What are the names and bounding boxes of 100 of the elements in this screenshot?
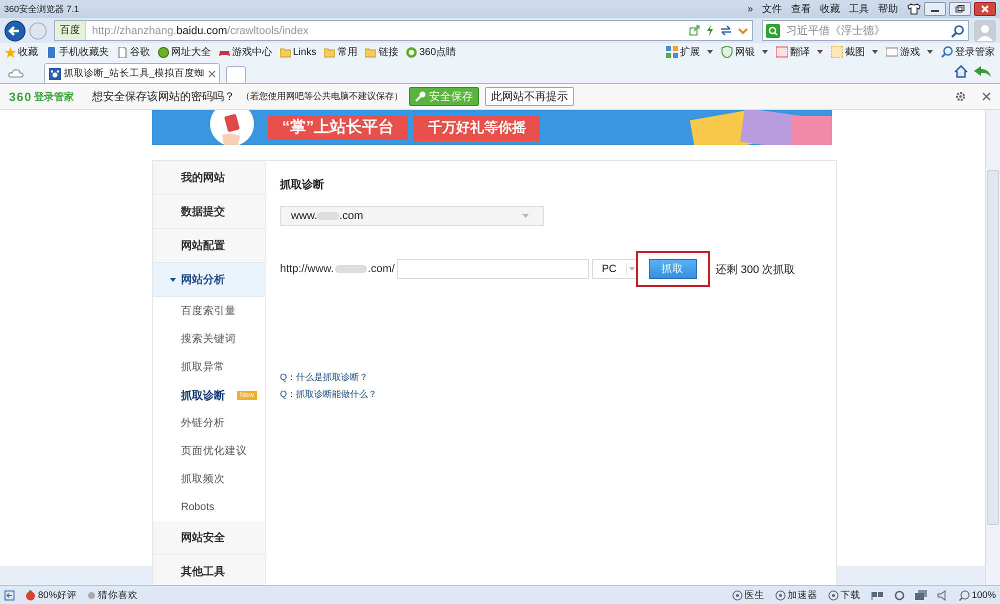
status-tool[interactable]: 加速器 bbox=[774, 588, 818, 602]
bookmark-item[interactable]: 360点睛 bbox=[406, 45, 456, 59]
close-tab-icon[interactable] bbox=[208, 70, 216, 78]
page-icon bbox=[117, 46, 128, 58]
phone-icon bbox=[46, 46, 57, 58]
sidebar-item[interactable]: 抓取异常 bbox=[153, 353, 265, 381]
paw-icon bbox=[49, 68, 61, 80]
address-field[interactable]: 百度 http://zhanzhang.baidu.com/crawltools/index bbox=[54, 20, 753, 41]
menu-item[interactable]: 查看 bbox=[791, 2, 811, 16]
home-icon[interactable] bbox=[954, 65, 968, 78]
extension-button[interactable]: 扩展 bbox=[666, 45, 713, 59]
sidebar-item[interactable]: Robots bbox=[153, 493, 265, 521]
shirt-icon[interactable] bbox=[907, 3, 921, 15]
lightning-icon[interactable] bbox=[706, 25, 714, 36]
back-button[interactable] bbox=[4, 20, 26, 42]
sidebar-section[interactable]: 网站安全 bbox=[153, 521, 265, 555]
menu-item[interactable]: » bbox=[747, 4, 753, 14]
sidebar-section[interactable]: 其他工具 bbox=[153, 555, 265, 585]
status-tool[interactable]: 下载 bbox=[828, 588, 861, 602]
bookmark-item[interactable]: 收藏 bbox=[5, 45, 38, 59]
sidebar-item[interactable]: 外链分析 bbox=[153, 409, 265, 437]
scrollbar[interactable] bbox=[985, 110, 1000, 585]
flag-icon[interactable] bbox=[870, 590, 884, 600]
folder-icon bbox=[324, 46, 336, 58]
bookmark-item[interactable]: 网址大全 bbox=[158, 45, 211, 59]
search-input[interactable]: 习近平借《浮士德》 bbox=[784, 24, 947, 38]
extension-button[interactable]: 翻译 bbox=[776, 45, 823, 59]
promo-banner[interactable]: “掌”上站长平台 千万好礼等你摇 bbox=[152, 110, 832, 145]
zoom-level[interactable]: 100% bbox=[958, 590, 996, 600]
search-icon bbox=[941, 46, 953, 58]
restore-button[interactable] bbox=[949, 2, 971, 16]
caret-icon bbox=[872, 50, 878, 54]
rating-item[interactable]: 80%好评 bbox=[25, 588, 78, 602]
device-select[interactable]: PC bbox=[592, 259, 638, 279]
recommend-item[interactable]: 猜你喜欢 bbox=[87, 588, 138, 602]
close-button[interactable] bbox=[974, 2, 996, 16]
menu-item[interactable]: 文件 bbox=[762, 2, 782, 16]
caret-icon bbox=[927, 50, 933, 54]
menu-item[interactable]: 帮助 bbox=[878, 2, 898, 16]
extension-button[interactable]: 登录管家 bbox=[941, 45, 995, 59]
extension-button[interactable]: 截图 bbox=[831, 45, 878, 59]
minimize-button[interactable] bbox=[924, 2, 946, 16]
caret-icon bbox=[762, 50, 768, 54]
search-engine-icon[interactable] bbox=[766, 24, 780, 38]
faq-link[interactable]: Q：什么是抓取诊断？ bbox=[280, 371, 368, 384]
restore-icon bbox=[955, 5, 965, 13]
banner-headline: “掌”上站长平台 bbox=[268, 115, 408, 140]
refresh-icon[interactable] bbox=[720, 25, 732, 36]
bookmark-item[interactable]: 链接 bbox=[365, 45, 398, 59]
star-icon bbox=[5, 46, 16, 58]
close-icon[interactable] bbox=[982, 92, 991, 101]
caret-icon bbox=[628, 267, 635, 271]
sidebar-section[interactable]: 网站配置 bbox=[153, 229, 265, 263]
shield-icon bbox=[721, 46, 733, 58]
close-icon bbox=[980, 5, 990, 13]
sidebar-item[interactable]: 百度索引量 bbox=[153, 297, 265, 325]
search-field[interactable]: 习近平借《浮士德》 bbox=[762, 20, 969, 41]
folder-icon bbox=[365, 46, 376, 58]
windows-icon[interactable] bbox=[914, 590, 927, 600]
page-heading: 抓取诊断 bbox=[280, 178, 325, 192]
key-icon bbox=[415, 91, 426, 102]
sidebar-section[interactable]: 网站分析 bbox=[153, 263, 265, 297]
status-tool[interactable]: 医生 bbox=[732, 588, 765, 602]
caret-icon bbox=[170, 278, 176, 282]
bookmark-item[interactable]: 手机收藏夹 bbox=[46, 45, 109, 59]
path-input[interactable] bbox=[396, 259, 589, 279]
extension-button[interactable]: 网银 bbox=[721, 45, 768, 59]
chevron-icon[interactable] bbox=[738, 26, 748, 34]
search-icon[interactable] bbox=[951, 24, 965, 38]
ring-icon bbox=[406, 46, 418, 58]
caret-icon bbox=[707, 50, 713, 54]
faq-link[interactable]: Q：抓取诊断能做什么？ bbox=[280, 388, 378, 401]
bookmark-item[interactable]: 谷歌 bbox=[117, 45, 150, 59]
sidebar-item[interactable]: 搜索关键词 bbox=[153, 325, 265, 353]
undo-arrow-icon[interactable] bbox=[974, 66, 992, 78]
menu-item[interactable]: 工具 bbox=[849, 2, 869, 16]
share-icon[interactable] bbox=[689, 25, 700, 36]
grid-icon bbox=[666, 46, 678, 58]
extension-button[interactable]: 游戏 bbox=[886, 45, 933, 59]
cloud-icon[interactable] bbox=[8, 68, 24, 78]
magnifier-icon bbox=[958, 590, 970, 600]
sidebar-section[interactable]: 数据提交 bbox=[153, 195, 265, 229]
sidebar-item[interactable]: 抓取频次 bbox=[153, 465, 265, 493]
menu-item[interactable]: 收藏 bbox=[820, 2, 840, 16]
banner-slogan: 千万好礼等你摇 bbox=[414, 114, 540, 140]
site-select[interactable]: www. .com bbox=[280, 206, 544, 226]
sidebar-item[interactable]: 页面优化建议 bbox=[153, 437, 265, 465]
bookmark-item[interactable]: 游戏中心 bbox=[219, 45, 272, 59]
settings-icon[interactable] bbox=[955, 91, 966, 102]
sidebar-toggle-icon[interactable] bbox=[4, 590, 15, 600]
browser-tab[interactable]: 抓取诊断_站长工具_模拟百度蜘 bbox=[44, 63, 220, 83]
tomato-icon bbox=[25, 590, 36, 600]
window-title: 360安全浏览器 7.1 bbox=[4, 2, 80, 16]
dismiss-button[interactable]: 此网站不再提示 bbox=[485, 87, 574, 106]
sidebar-section[interactable]: 我的网站 bbox=[153, 161, 265, 195]
bookmark-item[interactable]: 常用 bbox=[324, 45, 358, 59]
bookmark-item[interactable]: Links bbox=[280, 46, 316, 58]
url-prefix: http://www. .com/ bbox=[280, 263, 395, 275]
engine-label[interactable]: 百度 bbox=[55, 21, 86, 40]
folder-icon bbox=[280, 46, 291, 58]
